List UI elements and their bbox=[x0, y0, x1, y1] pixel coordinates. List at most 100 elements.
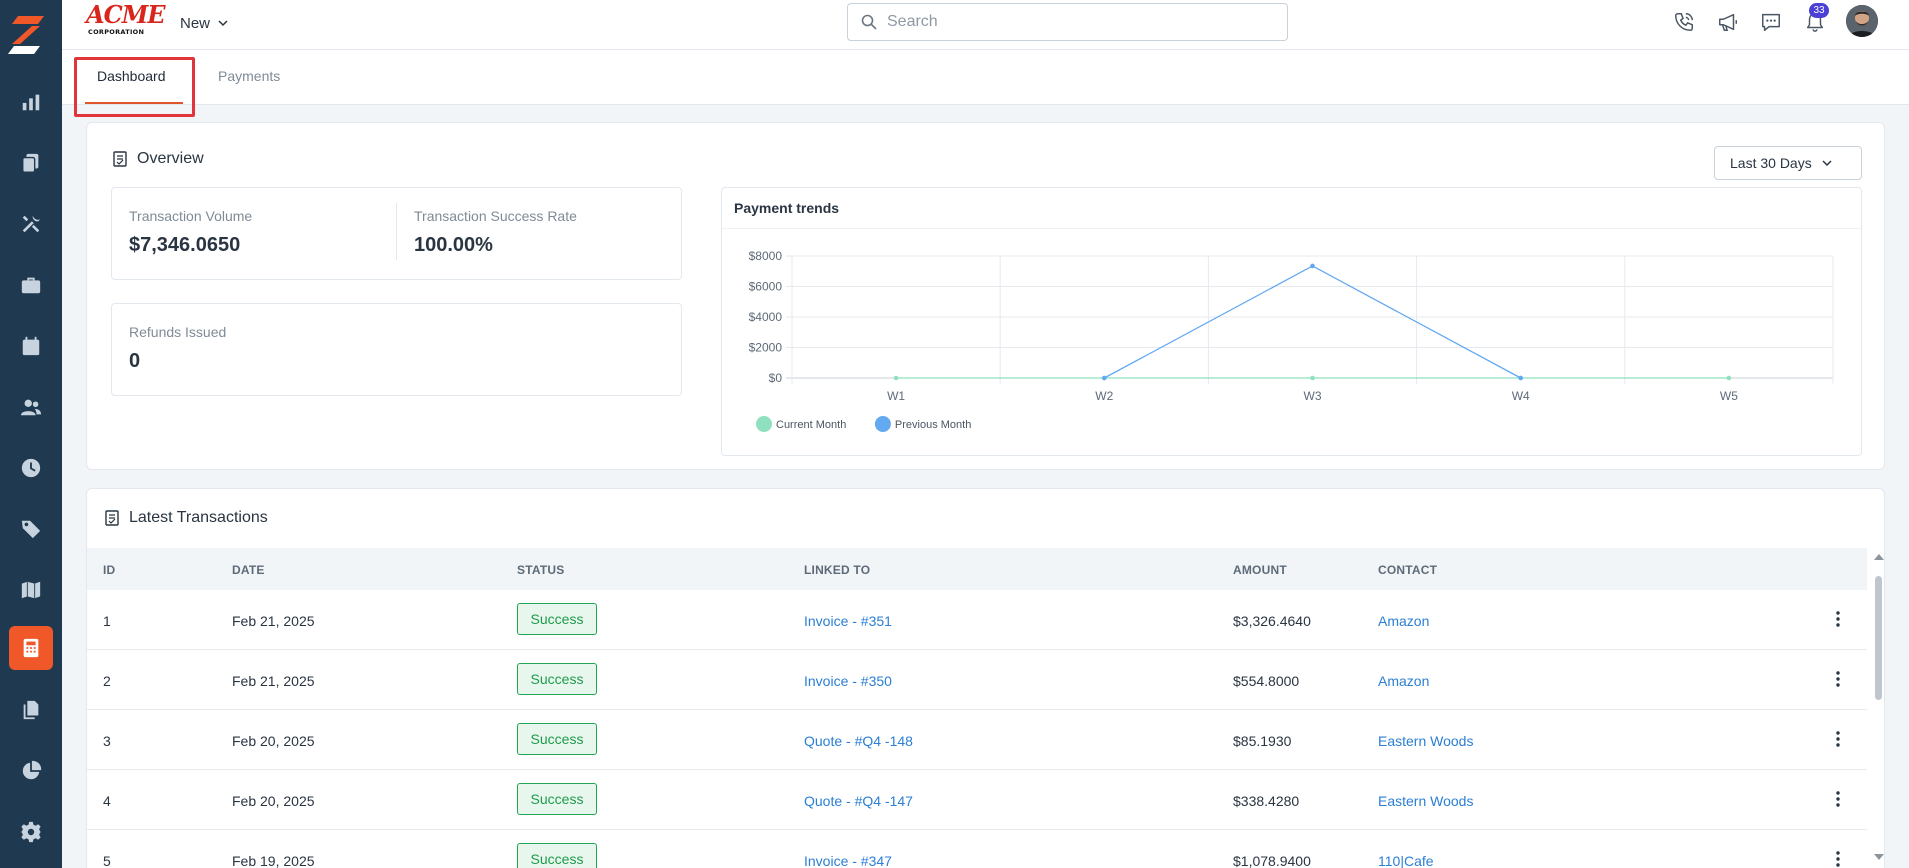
sidebar-item-documents[interactable] bbox=[9, 141, 53, 185]
sidebar-item-settings[interactable] bbox=[9, 810, 53, 854]
sidebar-item-map[interactable] bbox=[9, 568, 53, 612]
sidebar-item-files[interactable] bbox=[9, 688, 53, 732]
linked-document-link[interactable]: Invoice - #350 bbox=[804, 673, 892, 689]
table-row[interactable]: 1 Feb 21, 2025 Success Invoice - #351 $3… bbox=[87, 590, 1867, 650]
sidebar-item-calendar[interactable] bbox=[9, 324, 53, 368]
scroll-thumb[interactable] bbox=[1875, 576, 1882, 700]
contact-link[interactable]: Eastern Woods bbox=[1378, 793, 1473, 809]
row-actions-button[interactable] bbox=[1831, 609, 1845, 629]
kebab-menu-icon bbox=[1836, 731, 1840, 747]
kebab-menu-icon bbox=[1836, 671, 1840, 687]
status-badge: Success bbox=[517, 603, 597, 635]
linked-document-link[interactable]: Quote - #Q4 -147 bbox=[804, 793, 913, 809]
table-row[interactable]: 2 Feb 21, 2025 Success Invoice - #350 $5… bbox=[87, 650, 1867, 710]
data-point bbox=[1518, 375, 1523, 381]
x-tick-label: W5 bbox=[1720, 389, 1738, 403]
table-row[interactable]: 5 Feb 19, 2025 Success Invoice - #347 $1… bbox=[87, 830, 1867, 868]
stat-box-transactions: Transaction Volume $7,346.0650 Transacti… bbox=[111, 187, 682, 280]
cell-amount: $338.4280 bbox=[1233, 793, 1300, 809]
column-header-amount[interactable]: AMOUNT bbox=[1233, 563, 1287, 577]
column-header-linked[interactable]: LINKED TO bbox=[804, 563, 870, 577]
cell-date: Feb 20, 2025 bbox=[232, 793, 315, 809]
table-row[interactable]: 3 Feb 20, 2025 Success Quote - #Q4 -148 … bbox=[87, 710, 1867, 770]
overview-title: Overview bbox=[113, 150, 204, 168]
scroll-up-arrow-icon[interactable] bbox=[1874, 554, 1884, 560]
linked-document-link[interactable]: Invoice - #347 bbox=[804, 853, 892, 868]
contact-link[interactable]: Amazon bbox=[1378, 613, 1429, 629]
sidebar-item-people[interactable] bbox=[9, 385, 53, 429]
search-input[interactable] bbox=[887, 13, 1267, 31]
cell-amount: $3,326.4640 bbox=[1233, 613, 1311, 629]
phone-button[interactable] bbox=[1671, 9, 1697, 35]
date-range-label: Last 30 Days bbox=[1730, 155, 1812, 171]
row-actions-button[interactable] bbox=[1831, 669, 1845, 689]
new-button[interactable]: New bbox=[180, 12, 228, 34]
copy-icon bbox=[22, 153, 39, 173]
chat-button[interactable] bbox=[1758, 9, 1784, 35]
cell-id: 5 bbox=[103, 853, 111, 868]
gear-icon bbox=[20, 821, 42, 843]
contact-link[interactable]: 110|Cafe bbox=[1378, 853, 1434, 868]
stat-box-refunds: Refunds Issued 0 bbox=[111, 303, 682, 396]
sidebar-item-reports[interactable] bbox=[9, 80, 53, 124]
sidebar-item-time[interactable] bbox=[9, 446, 53, 490]
data-point bbox=[1310, 375, 1315, 381]
row-actions-button[interactable] bbox=[1831, 789, 1845, 809]
scroll-down-arrow-icon[interactable] bbox=[1874, 854, 1884, 860]
overview-card: Overview Last 30 Days Transaction Volume… bbox=[86, 122, 1885, 470]
cell-date: Feb 21, 2025 bbox=[232, 673, 315, 689]
table-row[interactable]: 4 Feb 20, 2025 Success Quote - #Q4 -147 … bbox=[87, 770, 1867, 830]
announcements-button[interactable] bbox=[1715, 9, 1741, 35]
linked-document-link[interactable]: Invoice - #351 bbox=[804, 613, 892, 629]
y-tick-label: $2000 bbox=[749, 341, 783, 355]
y-tick-label: $6000 bbox=[749, 280, 783, 294]
status-badge: Success bbox=[517, 783, 597, 815]
row-actions-button[interactable] bbox=[1831, 729, 1845, 749]
calendar-icon bbox=[22, 336, 40, 356]
overview-title-text: Overview bbox=[137, 150, 204, 167]
column-header-contact[interactable]: CONTACT bbox=[1378, 563, 1437, 577]
column-header-status[interactable]: STATUS bbox=[517, 563, 564, 577]
avatar[interactable] bbox=[1846, 5, 1878, 37]
app-logo-icon[interactable] bbox=[4, 12, 48, 56]
sidebar-item-analytics[interactable] bbox=[9, 749, 53, 793]
receipt-icon bbox=[105, 510, 119, 526]
row-actions-button[interactable] bbox=[1831, 849, 1845, 868]
cell-id: 1 bbox=[103, 613, 111, 629]
x-tick-label: W3 bbox=[1304, 389, 1322, 403]
user-avatar-icon bbox=[1846, 5, 1878, 37]
bar-chart-icon bbox=[22, 94, 40, 111]
sidebar-item-jobs[interactable] bbox=[9, 263, 53, 307]
payment-trends-chart: Payment trends $0 $2000 $4000 $6000 $8000 W1 W… bbox=[721, 187, 1862, 456]
kebab-menu-icon bbox=[1836, 611, 1840, 627]
contact-link[interactable]: Eastern Woods bbox=[1378, 733, 1473, 749]
date-range-select[interactable]: Last 30 Days bbox=[1714, 146, 1862, 180]
legend-swatch bbox=[756, 416, 772, 432]
tag-icon bbox=[21, 520, 41, 539]
legend-label: Current Month bbox=[776, 419, 846, 431]
column-header-id[interactable]: ID bbox=[103, 563, 115, 577]
sidebar-item-payments[interactable] bbox=[9, 626, 53, 670]
company-logo[interactable]: ACME CORPORATION bbox=[86, 3, 166, 37]
cell-amount: $1,078.9400 bbox=[1233, 853, 1311, 868]
refunds-value: 0 bbox=[129, 350, 141, 372]
sidebar-item-tools[interactable] bbox=[9, 202, 53, 246]
chevron-down-icon bbox=[218, 20, 228, 27]
table-scrollbar[interactable] bbox=[1873, 548, 1884, 868]
tools-icon bbox=[22, 215, 41, 233]
contact-link[interactable]: Amazon bbox=[1378, 673, 1429, 689]
column-header-date[interactable]: DATE bbox=[232, 563, 265, 577]
stat-divider bbox=[396, 203, 397, 260]
data-point bbox=[1726, 375, 1732, 381]
linked-document-link[interactable]: Quote - #Q4 -148 bbox=[804, 733, 913, 749]
active-tab-indicator bbox=[85, 102, 183, 104]
tab-payments[interactable]: Payments bbox=[218, 68, 280, 84]
search-box[interactable] bbox=[847, 3, 1288, 41]
chevron-down-icon bbox=[1822, 160, 1832, 167]
legend-label: Previous Month bbox=[895, 419, 971, 431]
cell-id: 3 bbox=[103, 733, 111, 749]
search-icon bbox=[861, 14, 877, 30]
kebab-menu-icon bbox=[1836, 791, 1840, 807]
sidebar-item-tags[interactable] bbox=[9, 507, 53, 551]
tab-dashboard[interactable]: Dashboard bbox=[97, 68, 166, 84]
